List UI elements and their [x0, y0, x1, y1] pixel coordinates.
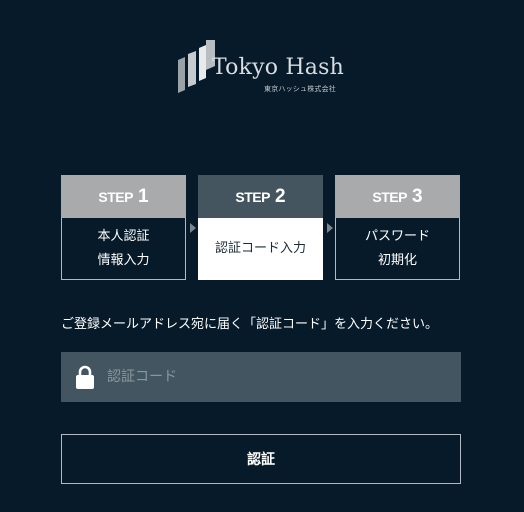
brand-name: Tokyo Hash [212, 55, 344, 80]
brand-logo: Tokyo Hash 東京ハッシュ株式会社 [176, 40, 346, 96]
verification-code-input[interactable] [107, 352, 447, 402]
authenticate-button[interactable]: 認証 [61, 434, 461, 484]
step-3: STEP 3 パスワード 初期化 [335, 175, 460, 280]
step-arrow-icon [327, 223, 333, 233]
step-1: STEP 1 本人認証 情報入力 [61, 175, 186, 280]
brand-company-name: 東京ハッシュ株式会社 [264, 85, 336, 93]
step-2-number: 2 [275, 185, 286, 207]
step-arrow-icon [190, 223, 196, 233]
step-1-header: STEP 1 [61, 175, 186, 218]
step-3-label: パスワード 初期化 [335, 218, 460, 280]
step-3-word: STEP [372, 188, 407, 205]
instruction-text: ご登録メールアドレス宛に届く「認証コード」を入力ください。 [61, 317, 439, 332]
step-2: STEP 2 認証コード入力 [198, 175, 323, 280]
step-2-word: STEP [235, 188, 270, 205]
step-3-header: STEP 3 [335, 175, 460, 218]
lock-icon [76, 365, 94, 389]
step-1-label: 本人認証 情報入力 [61, 218, 186, 280]
step-1-number: 1 [138, 185, 149, 207]
step-2-label: 認証コード入力 [198, 218, 323, 280]
step-indicator: STEP 1 本人認証 情報入力 STEP 2 認証コード入力 STEP 3 パ… [61, 175, 461, 280]
verification-code-field [61, 352, 461, 402]
step-3-number: 3 [412, 185, 423, 207]
tokyo-hash-logo-mark-icon [178, 40, 215, 93]
step-2-header: STEP 2 [198, 175, 323, 218]
step-1-word: STEP [98, 188, 133, 205]
